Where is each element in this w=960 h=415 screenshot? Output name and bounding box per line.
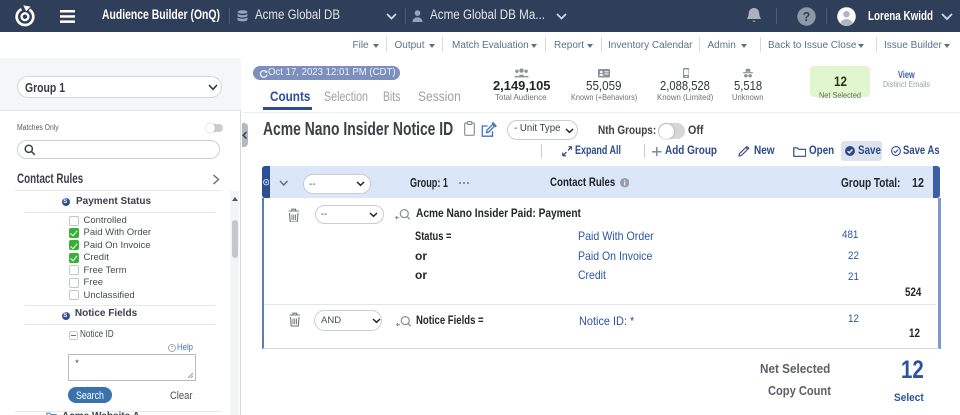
svg-text:?: ? bbox=[802, 10, 810, 24]
svg-text:i: i bbox=[623, 181, 625, 188]
svg-text:?: ? bbox=[170, 346, 173, 352]
